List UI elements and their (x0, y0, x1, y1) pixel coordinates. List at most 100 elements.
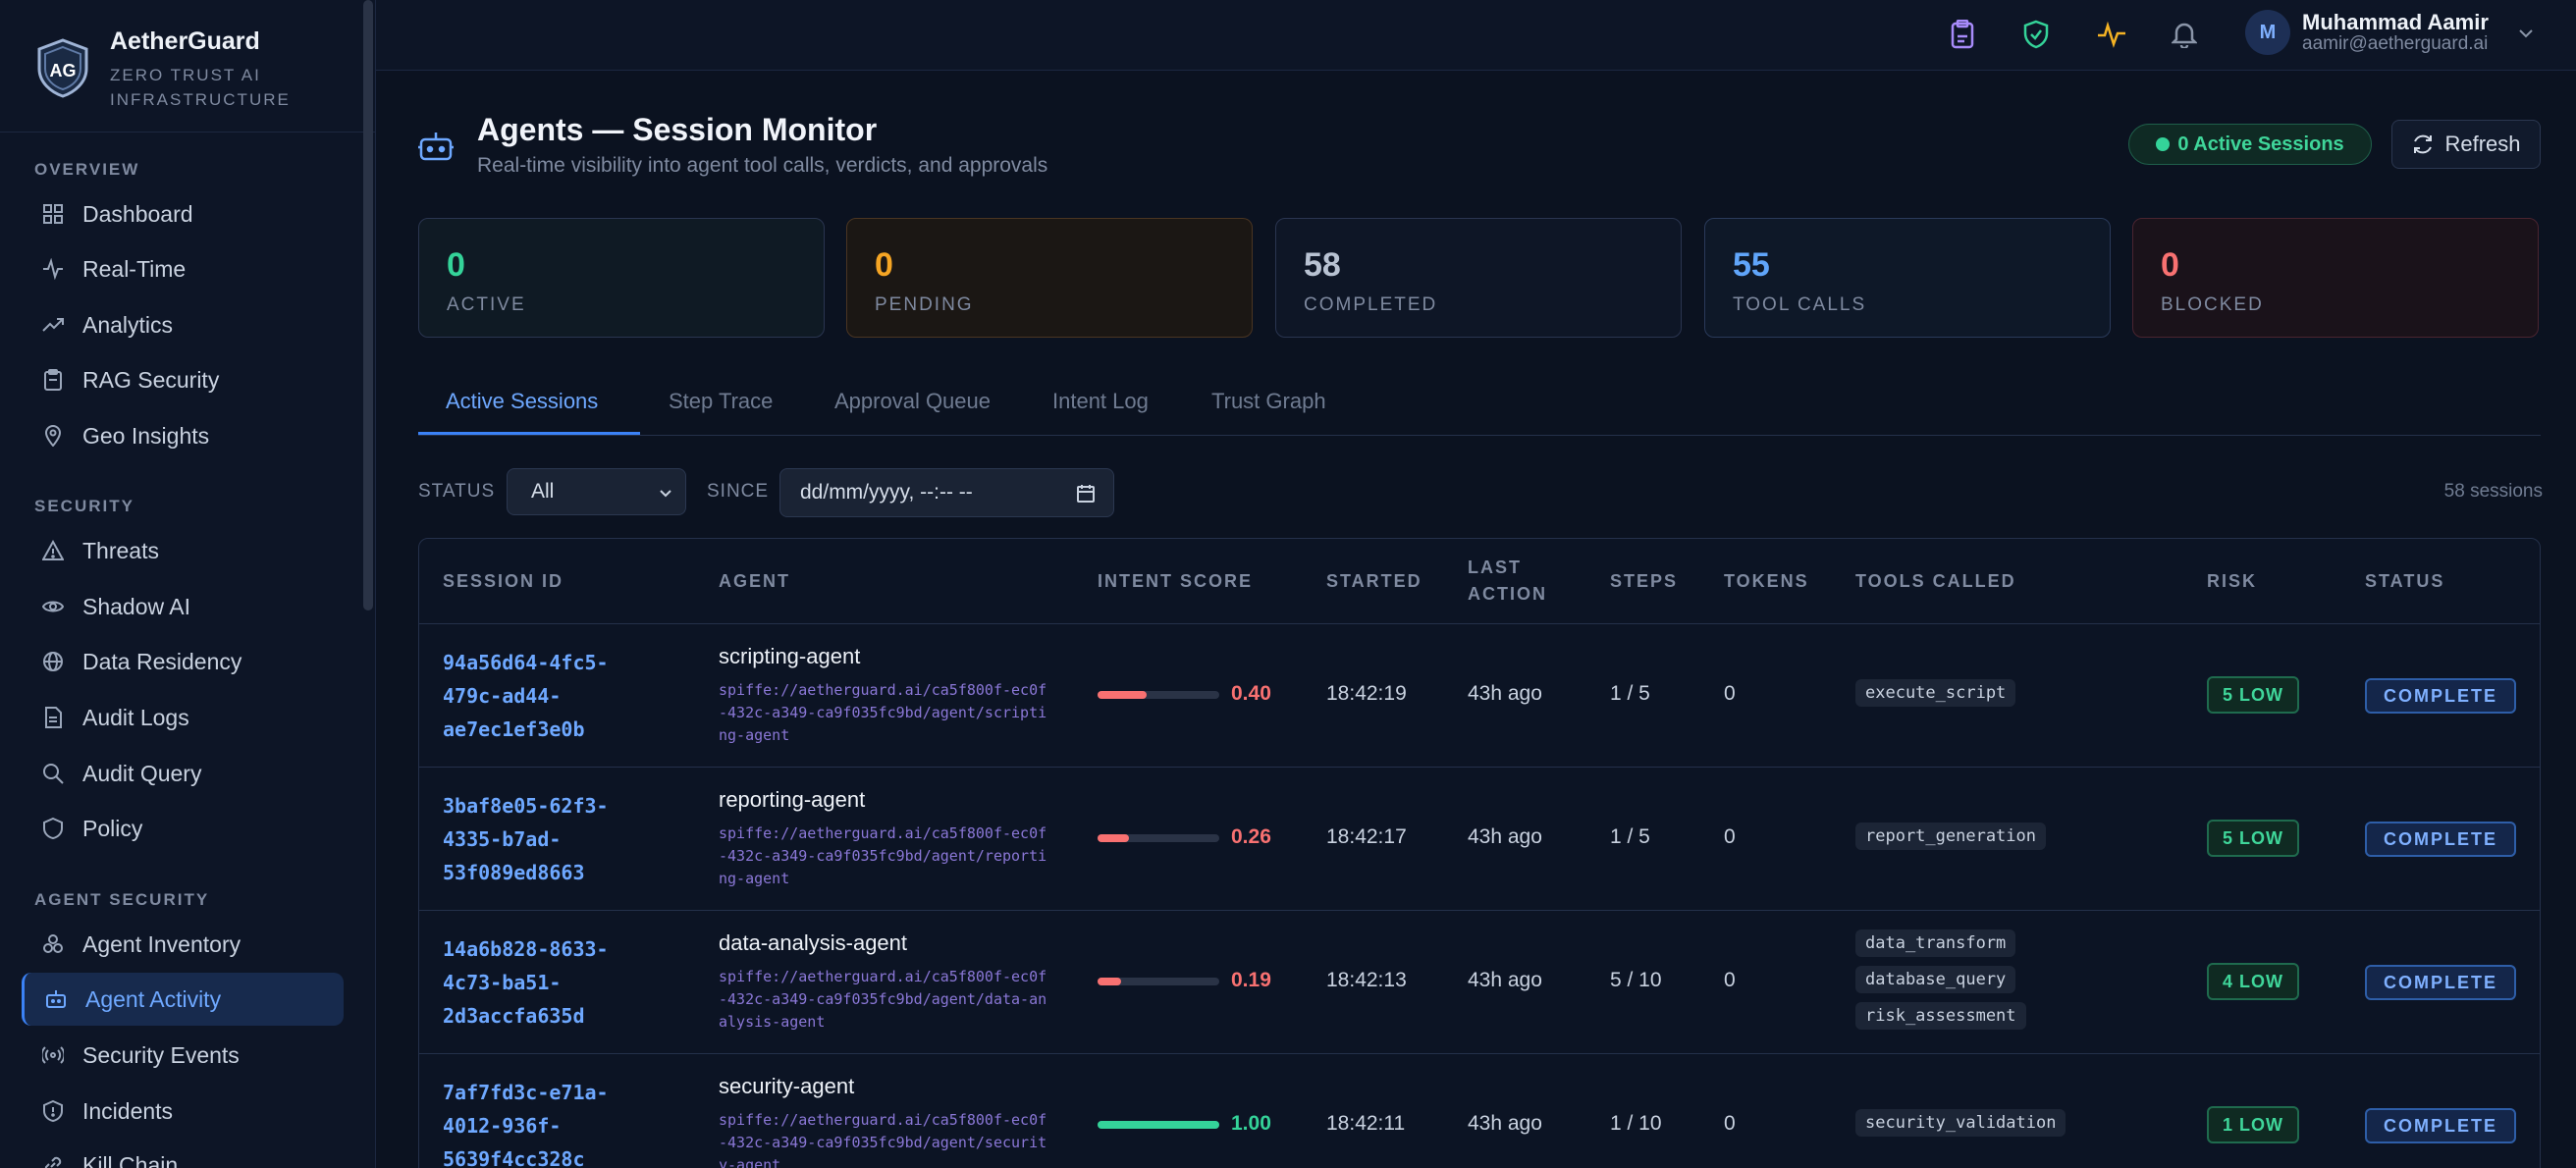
sidebar-item-dashboard[interactable]: Dashboard (22, 187, 344, 240)
column-header-session-id[interactable]: SESSION ID (443, 568, 564, 595)
sidebar-item-kill-chain[interactable]: Kill Chain (22, 1139, 344, 1168)
since-date-input[interactable]: dd/mm/yyyy, --:-- -- (779, 468, 1114, 517)
sidebar-item-label: Real-Time (82, 255, 187, 282)
chevron-down-icon[interactable] (2514, 22, 2538, 45)
table-row[interactable]: 7af7fd3c-e71a-4012-936f-5639f4cc328c sec… (419, 1054, 2540, 1168)
last-action: 43h ago (1468, 1112, 1542, 1135)
sidebar-scrollbar[interactable] (363, 0, 373, 611)
clipboard-icon[interactable] (1945, 17, 1980, 52)
tab-step-trace[interactable]: Step Trace (669, 389, 773, 414)
stat-label: BLOCKED (2161, 294, 2264, 315)
table-row[interactable]: 14a6b828-8633-4c73-ba51-2d3accfa635d dat… (419, 911, 2540, 1054)
tab-active-sessions[interactable]: Active Sessions (446, 389, 598, 414)
sidebar-item-policy[interactable]: Policy (22, 802, 344, 855)
risk-badge: 5 LOW (2207, 820, 2299, 857)
column-header-intent-score[interactable]: INTENT SCORE (1098, 568, 1253, 595)
shield-icon (41, 817, 65, 840)
agent-spiffe-id: spiffe://aetherguard.ai/ca5f800f-ec0f-43… (719, 824, 1047, 887)
chevron-down-icon (660, 490, 671, 498)
stat-value: 55 (1733, 246, 1770, 284)
sidebar-item-incidents[interactable]: Incidents (22, 1085, 344, 1138)
sidebar-item-real-time[interactable]: Real-Time (22, 242, 344, 295)
sidebar-item-security-events[interactable]: Security Events (22, 1029, 344, 1082)
boxes-icon (41, 932, 65, 956)
tab-approval-queue[interactable]: Approval Queue (834, 389, 991, 414)
steps: 1 / 5 (1610, 825, 1650, 848)
top-bar: M Muhammad Aamir aamir@aetherguard.ai (376, 0, 2576, 71)
sidebar-item-audit-logs[interactable]: Audit Logs (22, 691, 344, 744)
sidebar-item-label: Audit Logs (82, 704, 189, 730)
shield-check-icon[interactable] (2018, 17, 2054, 52)
intent-score-bar (1098, 978, 1219, 985)
sidebar-item-label: RAG Security (82, 366, 220, 393)
sidebar-item-threats[interactable]: Threats (22, 524, 344, 577)
status-badge: COMPLETE (2365, 1108, 2516, 1143)
calendar-icon[interactable] (1076, 484, 1096, 504)
sidebar-item-geo-insights[interactable]: Geo Insights (22, 409, 344, 462)
intent-score-bar (1098, 691, 1219, 699)
bell-icon[interactable] (2167, 17, 2202, 52)
nav-section-agent-security: AGENT SECURITY (34, 890, 210, 909)
sidebar-item-agent-activity[interactable]: Agent Activity (22, 973, 344, 1026)
tool-tag: data_transform (1855, 929, 2016, 957)
table-row[interactable]: 94a56d64-4fc5-479c-ad44-ae7ec1ef3e0b scr… (419, 624, 2540, 768)
sidebar-item-agent-inventory[interactable]: Agent Inventory (22, 918, 344, 971)
intent-score-fill (1098, 834, 1130, 842)
search-icon (41, 762, 65, 785)
sidebar-item-rag-security[interactable]: RAG Security (22, 353, 344, 406)
grid-icon (41, 202, 65, 226)
session-id-link[interactable]: 14a6b828-8633-4c73-ba51-2d3accfa635d (443, 932, 639, 1033)
status-dot-icon (2156, 137, 2171, 151)
robot-icon (418, 133, 454, 161)
column-header-agent[interactable]: AGENT (719, 568, 790, 595)
tokens: 0 (1724, 1112, 1736, 1135)
refresh-button[interactable]: Refresh (2391, 120, 2541, 169)
last-action: 43h ago (1468, 682, 1542, 705)
steps: 1 / 5 (1610, 682, 1650, 705)
robot-icon (44, 987, 68, 1011)
column-header-risk[interactable]: RISK (2207, 568, 2257, 595)
session-id-link[interactable]: 3baf8e05-62f3-4335-b7ad-53f089ed8663 (443, 789, 639, 889)
stat-label: COMPLETED (1304, 294, 1438, 315)
column-header-tools-called[interactable]: TOOLS CALLED (1855, 568, 2016, 595)
started-time: 18:42:13 (1326, 969, 1407, 991)
table-header: SESSION ID AGENT INTENT SCORE STARTED LA… (419, 539, 2540, 624)
steps: 5 / 10 (1610, 969, 1662, 991)
stat-value: 0 (2161, 246, 2179, 284)
sidebar: AG AetherGuard ZERO TRUST AI INFRASTRUCT… (0, 0, 376, 1168)
column-header-status[interactable]: STATUS (2365, 568, 2444, 595)
tokens: 0 (1724, 682, 1736, 705)
status-select[interactable]: All (507, 468, 686, 515)
tab-trust-graph[interactable]: Trust Graph (1211, 389, 1326, 414)
avatar[interactable]: M (2245, 10, 2290, 55)
pulse-icon[interactable] (2094, 17, 2129, 52)
tab-intent-log[interactable]: Intent Log (1052, 389, 1149, 414)
session-id-link[interactable]: 94a56d64-4fc5-479c-ad44-ae7ec1ef3e0b (443, 646, 639, 746)
sidebar-item-label: Shadow AI (82, 593, 190, 619)
since-date-placeholder: dd/mm/yyyy, --:-- -- (800, 481, 973, 504)
intent-score-value: 0.26 (1231, 825, 1271, 848)
sidebar-item-data-residency[interactable]: Data Residency (22, 635, 344, 688)
session-id-link[interactable]: 7af7fd3c-e71a-4012-936f-5639f4cc328c (443, 1076, 639, 1168)
sidebar-item-analytics[interactable]: Analytics (22, 298, 344, 351)
column-header-last-action[interactable]: LAST ACTION (1468, 555, 1566, 608)
intent-score-fill (1098, 1121, 1219, 1129)
globe-icon (41, 650, 65, 673)
since-filter-label: SINCE (707, 481, 770, 502)
started-time: 18:42:11 (1326, 1112, 1406, 1135)
intent-score-value: 1.00 (1231, 1112, 1271, 1135)
table-row[interactable]: 3baf8e05-62f3-4335-b7ad-53f089ed8663 rep… (419, 768, 2540, 911)
column-header-started[interactable]: STARTED (1326, 568, 1422, 595)
brand-header: AG AetherGuard ZERO TRUST AI INFRASTRUCT… (0, 0, 376, 133)
nav-section-security: SECURITY (34, 497, 134, 515)
column-header-steps[interactable]: STEPS (1610, 568, 1678, 595)
sidebar-item-audit-query[interactable]: Audit Query (22, 747, 344, 800)
column-header-tokens[interactable]: TOKENS (1724, 568, 1809, 595)
sidebar-item-label: Kill Chain (82, 1151, 179, 1168)
page-title: Agents — Session Monitor (477, 112, 878, 147)
tokens: 0 (1724, 969, 1736, 991)
sidebar-item-shadow-ai[interactable]: Shadow AI (22, 580, 344, 633)
started-time: 18:42:17 (1326, 825, 1407, 848)
sidebar-item-label: Security Events (82, 1041, 240, 1068)
status-select-value: All (531, 480, 555, 503)
